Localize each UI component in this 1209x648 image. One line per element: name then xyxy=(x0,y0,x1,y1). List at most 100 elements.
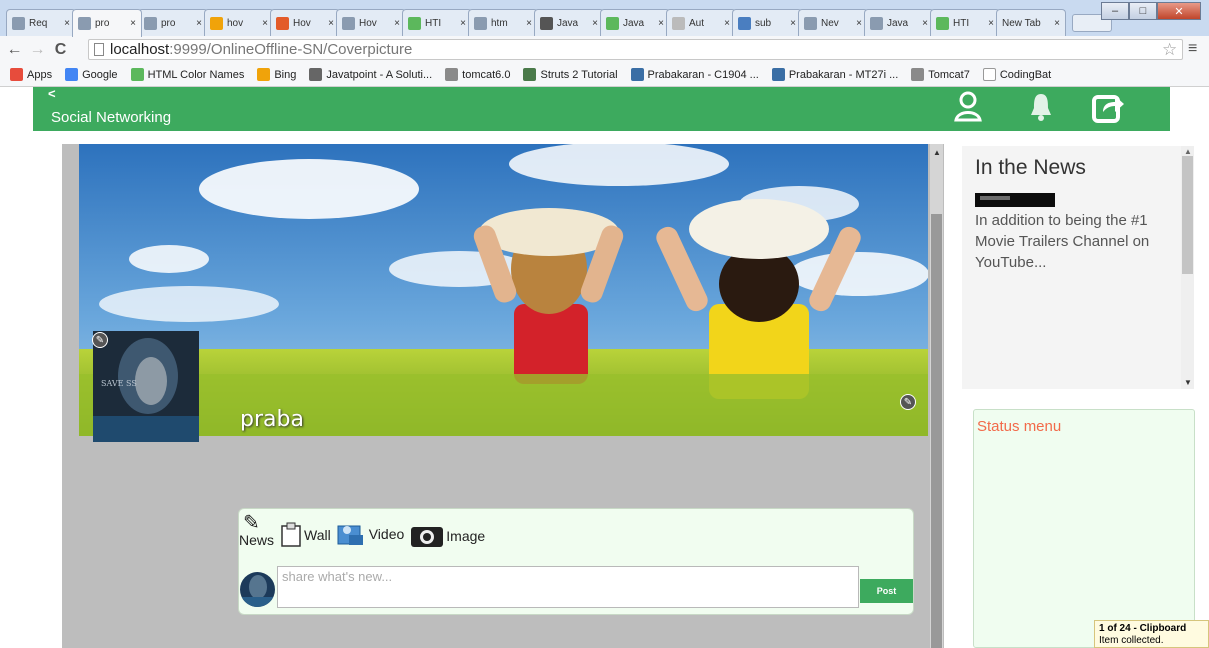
bookmark-item[interactable]: Prabakaran - C1904 ... xyxy=(630,68,759,81)
composer-avatar xyxy=(240,572,275,607)
tool-image[interactable]: Image xyxy=(410,524,485,548)
share-icon[interactable] xyxy=(1091,90,1125,131)
bookmark-label: tomcat6.0 xyxy=(462,68,511,81)
tab-close-icon[interactable]: × xyxy=(328,18,334,29)
news-text[interactable]: In addition to being the #1 Movie Traile… xyxy=(975,210,1180,273)
browser-tab[interactable]: sub × xyxy=(732,9,802,36)
bookmark-item[interactable]: Tomcat7 xyxy=(911,68,970,81)
w3-icon xyxy=(408,16,421,30)
tool-news[interactable]: ✎ News xyxy=(239,513,274,548)
tab-close-icon[interactable]: × xyxy=(460,18,466,29)
edit-cover-pencil-icon[interactable]: ✎ xyxy=(900,394,916,410)
tab-close-icon[interactable]: × xyxy=(196,18,202,29)
tab-list: Req × pro × pro × hov × Hov × Hov × HTI × htm × Java × Jav… xyxy=(6,9,1112,37)
tool-wall[interactable]: Wall xyxy=(280,522,331,548)
tab-close-icon[interactable]: × xyxy=(394,18,400,29)
news-scroll-down-icon[interactable]: ▼ xyxy=(1184,378,1192,387)
news-thumbnail[interactable] xyxy=(975,193,1055,207)
back-icon[interactable]: < xyxy=(48,86,56,101)
browser-tab[interactable]: Java × xyxy=(534,9,604,36)
browser-tab[interactable]: Hov × xyxy=(270,9,340,36)
menu-icon[interactable]: ≡ xyxy=(1188,40,1197,58)
bookmark-label: Tomcat7 xyxy=(928,68,970,81)
post-button[interactable]: Post xyxy=(860,579,913,603)
tab-close-icon[interactable]: × xyxy=(658,18,664,29)
tab-close-icon[interactable]: × xyxy=(262,18,268,29)
tab-close-icon[interactable]: × xyxy=(130,18,136,29)
minimize-button[interactable]: – xyxy=(1101,2,1129,20)
tab-label: HTI xyxy=(953,17,970,29)
browser-tab[interactable]: Hov × xyxy=(336,9,406,36)
post-tools: ✎ News Wall Video Image xyxy=(239,513,491,548)
tab-close-icon[interactable]: × xyxy=(64,18,70,29)
scroll-up-arrow-icon[interactable]: ▲ xyxy=(933,148,941,157)
profile-username: praba xyxy=(240,407,304,432)
clipboard-notification[interactable]: 1 of 24 - Clipboard Item collected. xyxy=(1094,620,1209,648)
reload-icon[interactable]: C xyxy=(52,41,69,59)
scroll-thumb[interactable] xyxy=(931,214,942,648)
news-scroll-thumb[interactable] xyxy=(1182,156,1193,274)
browser-tab[interactable]: HTI × xyxy=(930,9,1000,36)
bookmark-item[interactable]: Apps xyxy=(10,68,52,81)
bookmarks-bar: Apps Google HTML Color Names Bing Javatpoint… xyxy=(0,63,1209,87)
grid-icon xyxy=(276,16,289,30)
avatar-caption: SAVE SS xyxy=(101,379,137,388)
bookmark-item[interactable]: Struts 2 Tutorial xyxy=(523,68,618,81)
tab-label: Java xyxy=(623,17,645,29)
bell-icon[interactable] xyxy=(1029,90,1053,129)
tab-close-icon[interactable]: × xyxy=(526,18,532,29)
edit-avatar-pencil-icon[interactable]: ✎ xyxy=(92,332,108,348)
browser-tab[interactable]: HTI × xyxy=(402,9,472,36)
browser-tab[interactable]: Java × xyxy=(600,9,670,36)
tab-close-icon[interactable]: × xyxy=(592,18,598,29)
bookmark-item[interactable]: CodingBat xyxy=(982,68,1051,81)
bookmark-item[interactable]: Prabakaran - MT27i ... xyxy=(771,68,899,81)
user-icon[interactable] xyxy=(953,90,983,129)
bookmark-star-icon[interactable]: ☆ xyxy=(1162,40,1177,60)
browser-tab[interactable]: pro × xyxy=(138,9,208,36)
forward-arrow-icon[interactable]: → xyxy=(29,41,46,59)
browser-tab[interactable]: Java × xyxy=(864,9,934,36)
browser-tab[interactable]: Req × xyxy=(6,9,76,36)
main-scrollbar[interactable]: ▲ xyxy=(930,144,943,648)
browser-tab[interactable]: Nev × xyxy=(798,9,868,36)
tab-strip: Req × pro × pro × hov × Hov × Hov × HTI × htm × Java × Jav… xyxy=(0,0,1209,37)
browser-tab[interactable]: New Tab × xyxy=(996,9,1066,36)
news-scrollbar[interactable]: ▲ ▼ xyxy=(1181,146,1194,389)
cover-photo xyxy=(79,144,928,436)
tab-label: hov xyxy=(227,17,244,29)
bookmark-item[interactable]: Bing xyxy=(257,68,296,81)
bookmark-item[interactable]: Google xyxy=(65,68,118,81)
back-arrow-icon[interactable]: ← xyxy=(6,41,23,59)
browser-tab[interactable]: Aut × xyxy=(666,9,736,36)
news-heading: In the News xyxy=(975,156,1086,179)
page-icon xyxy=(144,16,157,30)
bookmark-label: Prabakaran - MT27i ... xyxy=(788,68,899,81)
profile-avatar[interactable]: SAVE SS xyxy=(93,331,199,442)
browser-tab[interactable]: htm × xyxy=(468,9,538,36)
bookmark-favicon-icon xyxy=(257,68,271,81)
tab-close-icon[interactable]: × xyxy=(1054,18,1060,29)
bookmark-favicon-icon xyxy=(65,68,79,81)
bookmark-item[interactable]: Javatpoint - A Soluti... xyxy=(309,68,432,81)
window-controls: – □ ✕ xyxy=(1101,2,1201,20)
bookmark-item[interactable]: HTML Color Names xyxy=(130,68,244,81)
browser-tab[interactable]: pro × xyxy=(72,9,142,37)
browser-tab[interactable]: hov × xyxy=(204,9,274,36)
page-icon xyxy=(94,43,104,56)
tab-label: Nev xyxy=(821,17,839,29)
bookmark-item[interactable]: tomcat6.0 xyxy=(445,68,510,81)
maximize-button[interactable]: □ xyxy=(1129,2,1157,20)
url-bar[interactable]: localhost:9999/OnlineOffline-SN/Coverpic… xyxy=(88,39,1183,60)
close-window-button[interactable]: ✕ xyxy=(1157,2,1201,20)
news-scroll-up-icon[interactable]: ▲ xyxy=(1184,147,1192,156)
tab-close-icon[interactable]: × xyxy=(856,18,862,29)
post-input[interactable]: share what's new... xyxy=(277,566,859,608)
bookmark-favicon-icon xyxy=(982,68,996,81)
tab-close-icon[interactable]: × xyxy=(922,18,928,29)
tool-video[interactable]: Video xyxy=(337,520,404,548)
bookmark-label: Struts 2 Tutorial xyxy=(540,68,618,81)
tab-close-icon[interactable]: × xyxy=(988,18,994,29)
tab-close-icon[interactable]: × xyxy=(790,18,796,29)
tab-close-icon[interactable]: × xyxy=(724,18,730,29)
